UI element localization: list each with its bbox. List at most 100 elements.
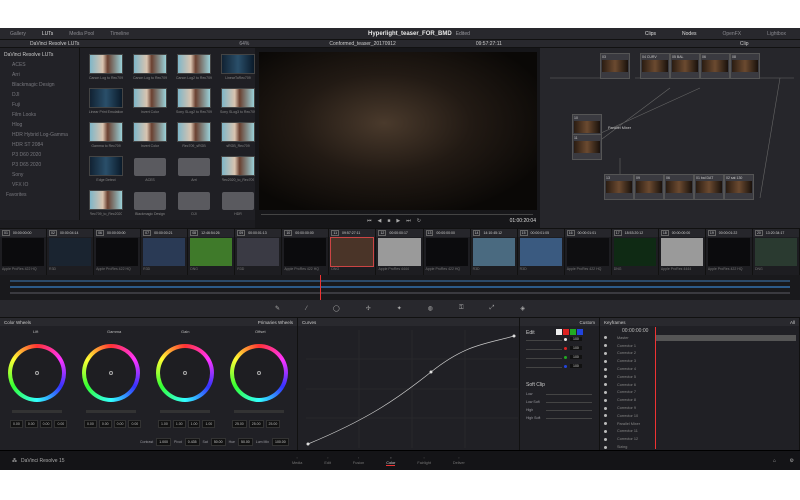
lut-item[interactable]: ACES	[130, 156, 170, 182]
blur-icon[interactable]: ◍	[428, 305, 433, 312]
wheel-value[interactable]: 1.00	[187, 420, 201, 428]
lut-item[interactable]: LinearToRec709	[218, 54, 255, 80]
lut-item[interactable]: Invert Color	[130, 122, 170, 148]
page-fairlight[interactable]: ▫ Fairlight	[417, 456, 431, 465]
master-wheel-slider[interactable]	[86, 410, 136, 413]
curve-point[interactable]	[306, 442, 310, 446]
viewer-zoom[interactable]: 64%	[239, 41, 249, 47]
wheel-center-handle[interactable]	[257, 371, 261, 375]
wheel-center-handle[interactable]	[35, 371, 39, 375]
lut-folder-item[interactable]: P3 D60 2020	[0, 150, 79, 160]
node-11[interactable]: 11	[572, 134, 602, 160]
lut-item[interactable]: HDR	[218, 190, 255, 216]
custom-value[interactable]: 100	[570, 355, 582, 359]
keyframe-row[interactable]: Corrector 10	[600, 412, 654, 420]
wheel-value[interactable]: 1.00	[158, 420, 171, 428]
lut-folder-item[interactable]: HDR ST 2084	[0, 140, 79, 150]
toggle-openfx[interactable]: OpenFX	[716, 31, 747, 37]
keyframes-filter[interactable]: All	[790, 320, 795, 325]
channel-g-toggle[interactable]	[570, 329, 576, 335]
keyframe-row[interactable]: Corrector 12	[600, 435, 654, 443]
lut-folder-item[interactable]: Arri	[0, 70, 79, 80]
wheel-value[interactable]: 25.00	[265, 420, 281, 428]
clip-thumbnail[interactable]: 14 14:10:45:12 R3D	[470, 229, 518, 276]
toggle-nodes[interactable]: Nodes	[676, 31, 702, 37]
clip-thumbnail[interactable]: 12 00:00:00:17 Apple ProRes 4444	[376, 229, 424, 276]
wheel-value[interactable]: 0.00	[10, 420, 23, 428]
lut-folder-item[interactable]: Blackmagic Design	[0, 80, 79, 90]
lut-item[interactable]: sRGB_Rec709	[218, 122, 255, 148]
lut-folder-item[interactable]: Fuji	[0, 100, 79, 110]
lut-favorites[interactable]: Favorites	[0, 190, 79, 200]
page-color[interactable]: ▫ Color	[386, 456, 396, 466]
settings-icon[interactable]: ⚙	[790, 458, 794, 464]
sizing-icon[interactable]: ⤢	[490, 305, 495, 312]
custom-slider[interactable]	[526, 349, 562, 350]
wheel-value[interactable]: 1.00	[172, 420, 186, 428]
curve-point[interactable]	[512, 334, 516, 338]
soft-clip-slider[interactable]	[546, 394, 592, 395]
clip-thumbnail[interactable]: 08 12:46:54:26 DNG	[188, 229, 236, 276]
node-02-sat-130[interactable]: 02 sat 130	[724, 174, 754, 200]
wheels-mode-select[interactable]: Primaries Wheels	[258, 320, 293, 325]
wheel-value[interactable]: 0.00	[24, 420, 38, 428]
stop-icon[interactable]: ■	[387, 218, 390, 224]
param-value[interactable]: 0.435	[184, 438, 200, 446]
toggle-lightbox[interactable]: Lightbox	[761, 31, 792, 37]
custom-slider[interactable]	[526, 340, 562, 341]
loop-icon[interactable]: ↻	[417, 218, 421, 224]
play-reverse-icon[interactable]: ◀	[378, 218, 382, 224]
keyframe-row[interactable]: Corrector 6	[600, 381, 654, 389]
lut-item[interactable]: Sony SLog3 to Rec709	[218, 88, 255, 114]
mini-timeline[interactable]	[0, 275, 800, 300]
lut-folder-item[interactable]: HDR Hybrid Log-Gamma	[0, 130, 79, 140]
wheel-value[interactable]: 25.00	[232, 420, 247, 428]
lut-folder-item[interactable]: DJI	[0, 90, 79, 100]
lut-item[interactable]: Rec2020_to_Rec709	[218, 156, 255, 182]
node-01-bal-dat[interactable]: 01 bal DAT	[694, 174, 724, 200]
lut-item[interactable]: Arri	[174, 156, 214, 182]
color-wheel-gamma[interactable]	[82, 344, 140, 402]
param-value[interactable]: 100.00	[272, 438, 289, 446]
custom-value[interactable]: 100	[570, 364, 582, 368]
magic-mask-icon[interactable]: ✦	[397, 305, 402, 312]
tab-gallery[interactable]: Gallery	[4, 31, 32, 37]
wheel-value[interactable]: 0.00	[39, 420, 53, 428]
skip-start-icon[interactable]: ⏮	[367, 218, 372, 224]
wheel-center-handle[interactable]	[109, 371, 113, 375]
node-03[interactable]: 03	[600, 53, 630, 79]
node-06[interactable]: 06	[700, 53, 730, 79]
keyframe-playhead[interactable]	[655, 327, 656, 449]
window-icon[interactable]: ◯	[333, 305, 340, 312]
lut-item[interactable]: DJI	[174, 190, 214, 216]
lut-item[interactable]: Edge Detect	[86, 156, 126, 182]
skip-end-icon[interactable]: ⏭	[406, 218, 411, 224]
lut-folder-item[interactable]: Film Looks	[0, 110, 79, 120]
lut-item[interactable]: Invert Color	[130, 88, 170, 114]
master-wheel-slider[interactable]	[160, 410, 210, 413]
param-value[interactable]: 1.000	[156, 438, 171, 446]
soft-clip-slider[interactable]	[546, 418, 592, 419]
curves-tool-icon[interactable]: ✎	[275, 305, 280, 312]
lut-folder-item[interactable]: Hlog	[0, 120, 79, 130]
clip-thumbnail[interactable]: 19 00:00:01:22 Apple ProRes 422 HQ	[705, 229, 753, 276]
home-icon[interactable]: ⌂	[773, 458, 776, 464]
param-value[interactable]: 50.00	[238, 438, 253, 446]
curve-point[interactable]	[429, 370, 433, 374]
clip-mode-select[interactable]: Clip	[740, 41, 749, 47]
clip-thumbnail[interactable]: 16 00:00:01:01 Apple ProRes 422 HQ	[564, 229, 612, 276]
tab-timeline[interactable]: Timeline	[104, 31, 135, 37]
clip-thumbnail[interactable]: 17 18:53:20:12 DNG	[611, 229, 659, 276]
node-04-curv[interactable]: 04 CURV	[640, 53, 670, 79]
keyframe-row[interactable]: Corrector 7	[600, 389, 654, 397]
keyframe-row[interactable]: Parallel Mixer	[600, 420, 654, 428]
clip-thumbnail[interactable]: 10 00:00:00:00 Apple ProRes 422 HQ	[282, 229, 330, 276]
node-editor[interactable]: 03 04 CURV 05 BAL 06 08 10 11 Parallel Mixer 13 0…	[540, 48, 800, 228]
viewer-frame[interactable]	[259, 52, 537, 210]
color-wheel-lift[interactable]	[8, 344, 66, 402]
wheel-value[interactable]: 25.00	[248, 420, 264, 428]
master-keyframe-track[interactable]	[656, 335, 796, 341]
custom-slider[interactable]	[526, 367, 562, 368]
soft-clip-slider[interactable]	[546, 402, 592, 403]
lut-item[interactable]: Blackmagic Design	[130, 190, 170, 216]
